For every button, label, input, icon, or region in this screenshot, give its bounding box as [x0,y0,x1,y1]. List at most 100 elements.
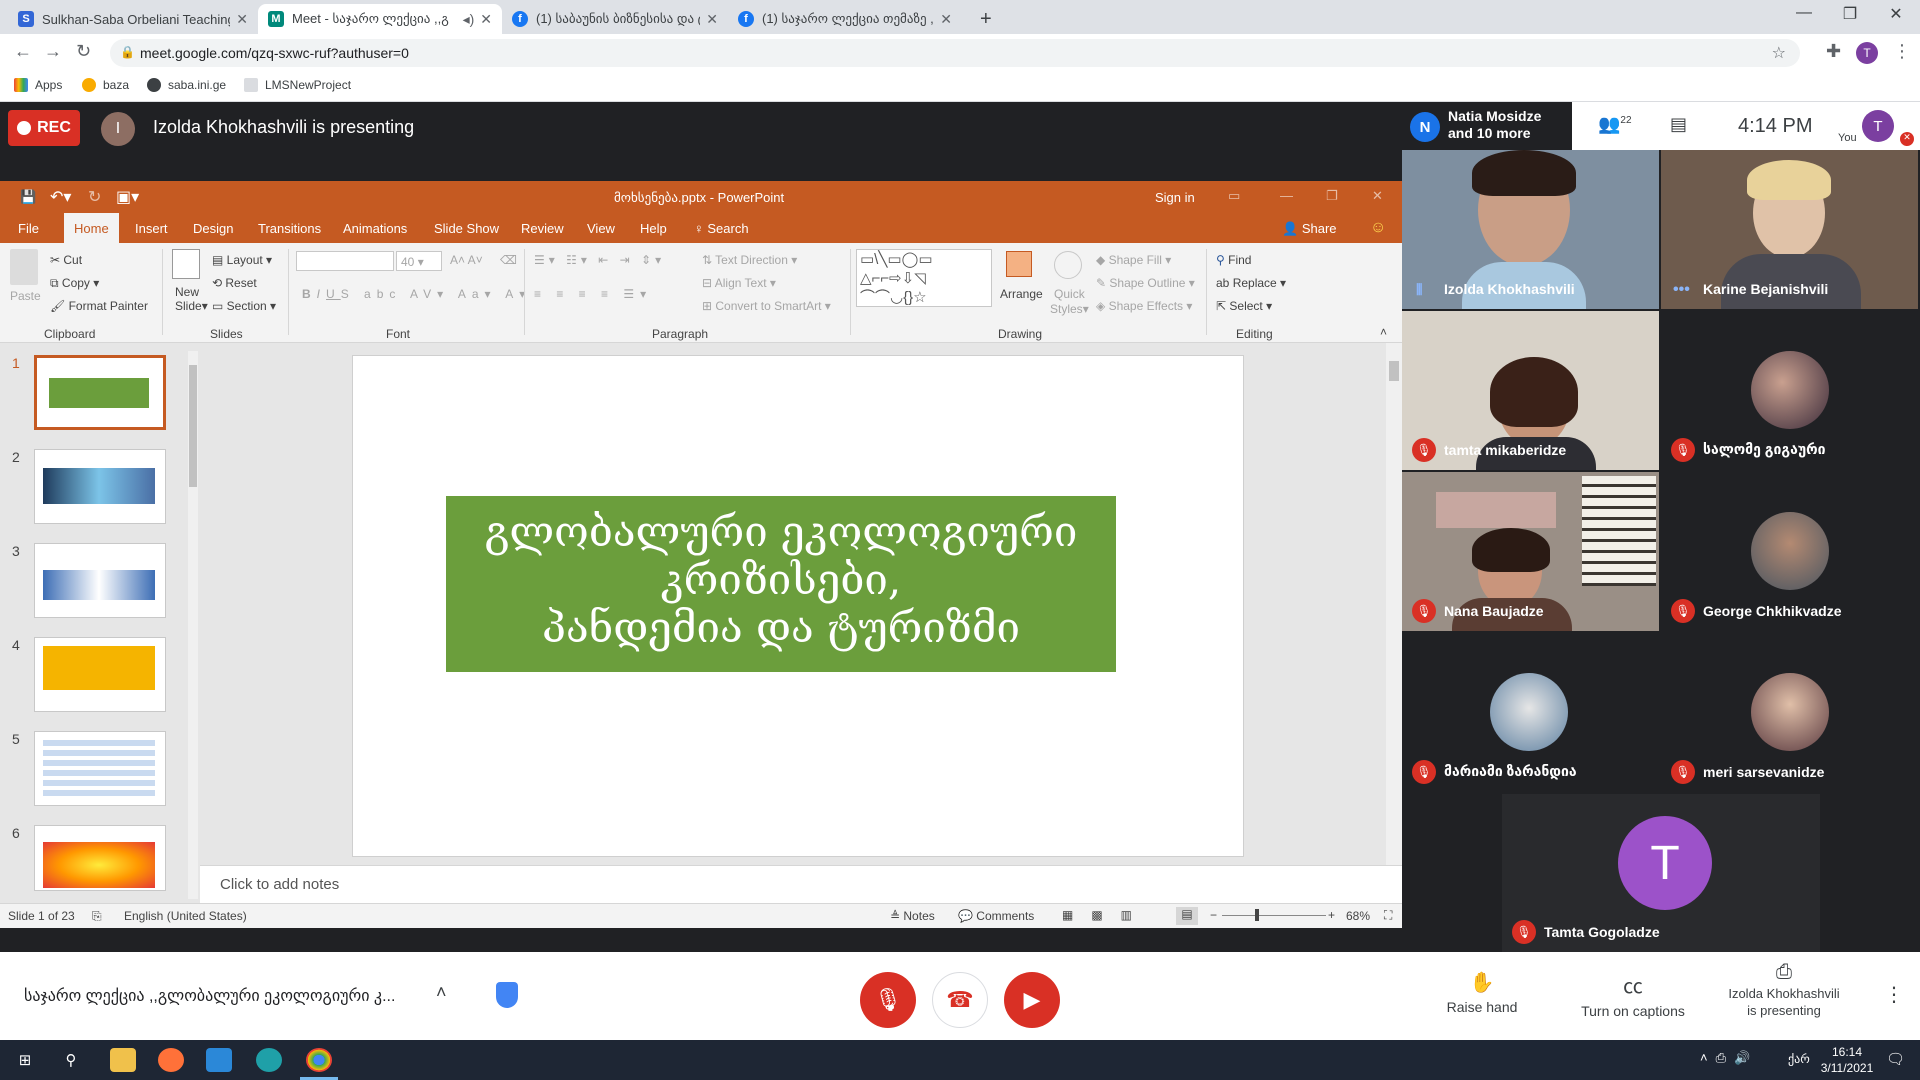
reload-icon[interactable]: ↻ [76,41,91,62]
slide-scrollbar[interactable] [1386,343,1402,865]
shape-fill-button[interactable]: ◆ Shape Fill ▾ [1096,253,1171,267]
text-direction-button[interactable]: ⇅ Text Direction ▾ [702,253,797,267]
font-format-icons[interactable]: BIUS abc AV▾ Aa▾ A▾ [302,287,531,301]
meeting-name[interactable]: საჯარო ლექცია ,,გლობალური ეკოლოგიური კ..… [24,986,395,1006]
tab-review[interactable]: Review [521,221,564,236]
reset-button[interactable]: ⟲ Reset [212,276,257,290]
participant-tile[interactable]: ••• Karine Bejanishvili [1661,150,1918,309]
quick-styles-icon[interactable] [1054,251,1082,279]
participant-tile[interactable]: T 🎙 Tamta Gogoladze [1502,794,1820,952]
list-icons[interactable]: ☰▾ ☷▾ ⇤ ⇥ ⇕▾ [534,253,665,267]
taskbar-clock[interactable]: 16:14 3/11/2021 [1812,1044,1882,1076]
forward-icon[interactable]: → [44,41,62,62]
slide-title-box[interactable]: გლობალური ეკოლოგიური კრიზისები, პანდემია… [446,496,1116,672]
chevron-up-icon[interactable]: ˄ [436,982,447,1003]
scroll-thumb[interactable] [189,365,197,487]
bookmark-lms[interactable]: LMSNewProject [244,78,351,92]
back-icon[interactable]: ← [14,41,32,62]
layout-button[interactable]: ▤ Layout ▾ [212,253,272,267]
tray-icons[interactable]: ˄⎙🔊 [1700,1050,1758,1066]
close-tab-icon[interactable]: ✕ [236,11,248,28]
tab-view[interactable]: View [587,221,615,236]
edge-icon[interactable] [256,1048,282,1072]
participant-tile[interactable]: 🎙 George Chkhikvadze [1661,472,1918,631]
restore-icon[interactable]: ❐ [1830,4,1870,24]
notes-pane[interactable]: Click to add notes [200,865,1402,903]
participant-tile[interactable]: 🎙 სალომე გიგაური [1661,311,1918,470]
notes-toggle[interactable]: ≜ Notes [890,909,935,923]
people-icon[interactable]: 👥22 [1598,114,1632,135]
new-slide-button[interactable]: New Slide▾ [175,285,208,313]
section-button[interactable]: ▭ Section ▾ [212,299,276,313]
copy-button[interactable]: ⧉ Copy ▾ [50,276,99,291]
participant-tile[interactable]: 🎙 მარიამი ზარანდია [1402,633,1659,792]
speaker-icon[interactable]: ◂) [463,11,475,28]
ppt-minimize-icon[interactable]: — [1280,188,1293,203]
replace-button[interactable]: ab Replace ▾ [1216,276,1286,290]
start-slideshow-icon[interactable]: ▣▾ [116,187,139,207]
tab-help[interactable]: Help [640,221,667,236]
collapse-ribbon-icon[interactable]: ˄ [1380,325,1387,339]
grow-font-icon[interactable]: A˄ A˅ [450,253,483,267]
taskbar-search-icon[interactable]: ⚲ [58,1048,84,1072]
recording-badge[interactable]: REC [8,110,80,146]
camera-toggle-button[interactable]: ▶ [1004,972,1060,1028]
scroll-thumb[interactable] [1389,361,1399,381]
leave-call-button[interactable]: ☎ [932,972,988,1028]
close-tab-icon[interactable]: ✕ [940,11,952,28]
font-name-box[interactable] [296,251,394,271]
close-tab-icon[interactable]: ✕ [706,11,718,28]
close-window-icon[interactable]: ✕ [1876,4,1916,24]
zoom-out-icon[interactable]: − [1210,908,1217,922]
zoom-slider[interactable] [1222,915,1326,916]
search-box[interactable]: ♀ Search [694,221,749,236]
view-icons[interactable]: ▦▩▥ [1062,908,1150,922]
thumbs-scrollbar[interactable] [188,351,198,899]
language-status[interactable]: English (United States) [124,909,247,923]
mic-toggle-button[interactable]: 🎙 [860,972,916,1028]
address-bar[interactable]: 🔒 meet.google.com/qzq-sxwc-ruf?authuser=… [110,39,1800,67]
share-button[interactable]: 👤 Share [1282,221,1337,237]
save-icon[interactable]: 💾 [20,189,36,205]
format-painter-button[interactable]: 🖌 Format Painter [50,299,148,313]
windows-start-icon[interactable]: ⊞ [12,1048,38,1072]
zoom-level[interactable]: 68% [1346,909,1370,923]
bookmark-apps[interactable]: Apps [14,78,62,92]
ppt-close-icon[interactable]: ✕ [1372,188,1383,204]
feedback-smiley-icon[interactable]: ☺ [1370,219,1386,237]
shape-outline-button[interactable]: ✎ Shape Outline ▾ [1096,276,1195,290]
slide-thumbnail[interactable] [34,449,166,524]
ppt-restore-icon[interactable]: ❐ [1326,188,1338,204]
sign-in-link[interactable]: Sign in [1155,190,1195,205]
undo-icon[interactable]: ↶▾ [50,187,71,207]
profile-avatar[interactable]: T [1856,42,1878,64]
menu-dots-icon[interactable]: ⋮ [1893,41,1911,62]
browser-tab-teaching[interactable]: S Sulkhan-Saba Orbeliani Teaching ✕ [8,4,258,34]
tab-animations[interactable]: Animations [343,221,407,236]
bookmark-saba[interactable]: saba.ini.ge [147,78,226,92]
more-options-icon[interactable]: ⋮ [1884,982,1904,1007]
ribbon-display-icon[interactable]: ▭ [1228,188,1240,204]
paste-button[interactable]: Paste [10,289,41,303]
new-slide-icon[interactable] [172,249,200,279]
smartart-button[interactable]: ⊞ Convert to SmartArt ▾ [702,299,831,313]
tab-design[interactable]: Design [193,221,233,236]
normal-view-icon[interactable]: ▤ [1176,907,1198,925]
participant-tile[interactable]: 🎙 Nana Baujadze [1402,472,1659,631]
spellcheck-icon[interactable]: ⎘ [92,909,102,924]
firefox-icon[interactable] [158,1048,184,1072]
shapes-gallery[interactable]: ▭\╲▭◯▭ △⌐⌐⇨⇩◹ ⌒⌒◡{}☆ [856,249,992,307]
zoom-in-icon[interactable]: + [1328,908,1335,922]
close-tab-icon[interactable]: ✕ [480,11,492,28]
chrome-icon[interactable] [306,1048,332,1072]
file-explorer-icon[interactable] [110,1048,136,1072]
participant-tile[interactable]: ⦀ Izolda Khokhashvili [1402,150,1659,309]
find-button[interactable]: ⚲ Find [1216,253,1251,267]
present-status-button[interactable]: ⎙ Izolda Khokhashvili is presenting [1716,962,1852,1019]
slide-thumbnail[interactable] [34,543,166,618]
minimize-icon[interactable]: — [1784,4,1824,22]
select-button[interactable]: ⇱ Select ▾ [1216,299,1272,313]
bookmark-star-icon[interactable]: ☆ [1772,43,1786,63]
comments-toggle[interactable]: 💬 Comments [958,909,1034,923]
tab-home[interactable]: Home [64,213,119,243]
